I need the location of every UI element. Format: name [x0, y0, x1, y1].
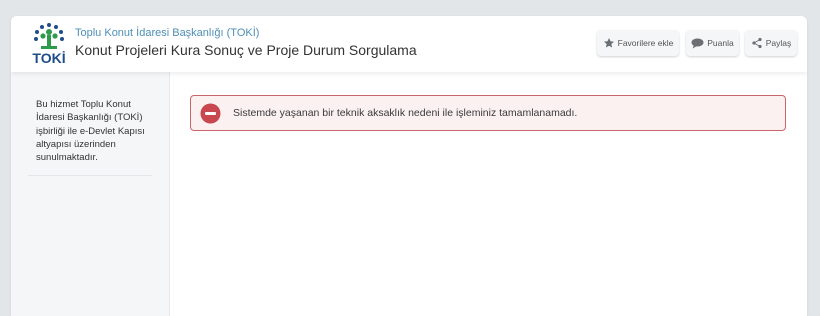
add-favorites-button[interactable]: Favorilere ekle — [597, 30, 679, 56]
rate-label: Puanla — [707, 38, 734, 48]
share-button[interactable]: Paylaş — [745, 30, 797, 56]
error-alert: Sistemde yaşanan bir teknik aksaklık ned… — [190, 95, 786, 131]
speech-bubble-icon — [691, 38, 704, 48]
sidebar: Bu hizmet Toplu Konut İdaresi Başkanlığı… — [11, 72, 170, 316]
main-card: TOKİ Toplu Konut İdaresi Başkanlığı (TOK… — [11, 16, 807, 316]
rate-button[interactable]: Puanla — [686, 30, 739, 56]
header-subtitle[interactable]: Toplu Konut İdaresi Başkanlığı (TOKİ) — [75, 27, 259, 39]
error-message: Sistemde yaşanan bir teknik aksaklık ned… — [233, 107, 578, 119]
page-title: Konut Projeleri Kura Sonuç ve Proje Duru… — [75, 42, 417, 58]
service-info-text: Bu hizmet Toplu Konut İdaresi Başkanlığı… — [36, 99, 145, 164]
svg-text:TOKİ: TOKİ — [32, 50, 65, 64]
share-icon — [752, 37, 762, 49]
share-label: Paylaş — [765, 38, 792, 48]
error-circle-icon — [200, 103, 221, 123]
star-icon — [603, 38, 614, 48]
toki-logo[interactable]: TOKİ — [28, 22, 70, 66]
sidebar-divider — [28, 175, 152, 176]
add-favorites-label: Favorilere ekle — [617, 38, 674, 48]
page-header: TOKİ Toplu Konut İdaresi Başkanlığı (TOK… — [11, 16, 807, 72]
